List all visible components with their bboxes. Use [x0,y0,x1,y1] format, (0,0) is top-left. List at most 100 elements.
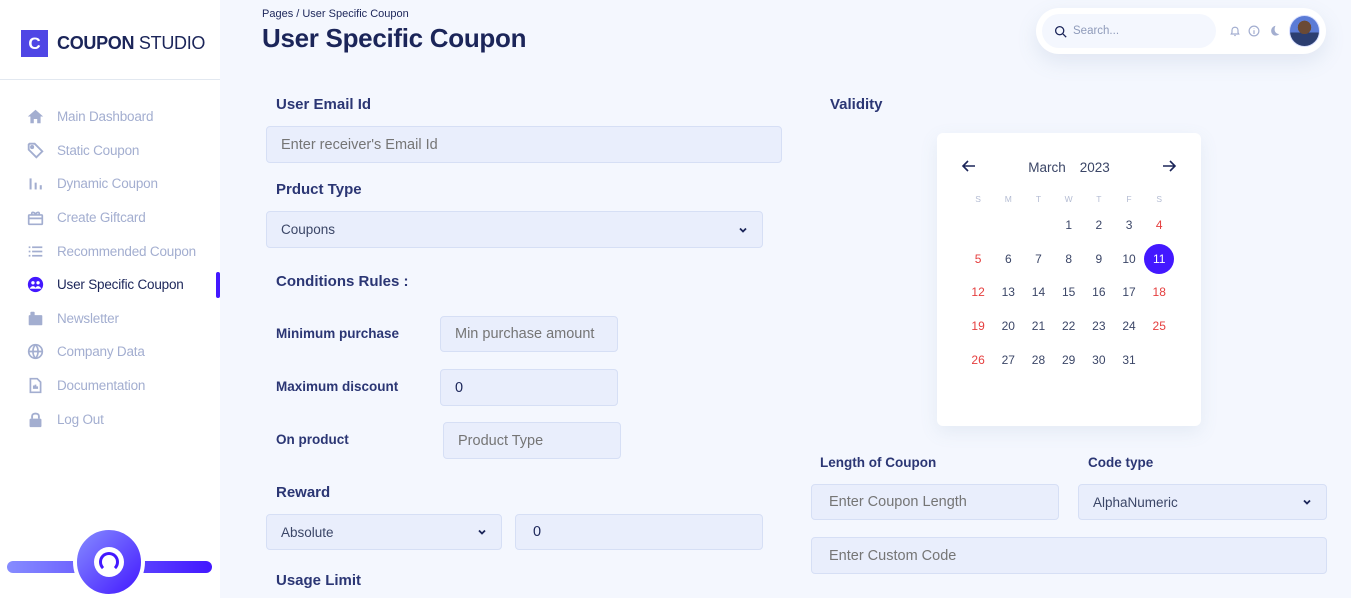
sidebar-item-label: Main Dashboard [57,109,154,125]
calendar-day[interactable]: 14 [1023,276,1053,310]
sidebar-item-label: Newsletter [57,310,119,326]
calendar-day[interactable]: 18 [1144,276,1174,310]
calendar-day[interactable]: 23 [1084,309,1114,343]
calendar-day[interactable]: 21 [1023,309,1053,343]
code-type-label: Code type [1088,455,1154,470]
knob-logo-icon [94,547,124,577]
calendar-day[interactable]: 4 [1144,208,1174,242]
sidebar-item-label: Create Giftcard [57,210,146,226]
calendar-day[interactable]: 22 [1054,309,1084,343]
user-group-icon [27,276,44,293]
calendar-day[interactable]: 1 [1054,208,1084,242]
code-type-value: AlphaNumeric [1093,494,1178,510]
calendar-year[interactable]: 2023 [1080,160,1110,175]
coupon-length-label: Length of Coupon [820,455,937,470]
calendar-day[interactable]: 10 [1114,242,1144,276]
calendar-empty-cell [993,208,1023,242]
calendar-day[interactable]: 19 [963,309,993,343]
min-purchase-field[interactable] [440,316,618,352]
breadcrumb[interactable]: Pages / User Specific Coupon [262,8,409,20]
code-type-select[interactable]: AlphaNumeric [1078,484,1327,520]
on-product-field[interactable] [443,422,621,459]
search-box[interactable] [1042,14,1216,48]
calendar-day[interactable]: 15 [1054,276,1084,310]
calendar-day[interactable]: 20 [993,309,1023,343]
calendar-day[interactable]: 26 [963,343,993,377]
weekday-label: S [1156,194,1163,204]
validity-calendar: March 2023 S M T W T F S 1 2 3 4 5 6 7 8 9 10 11 12 13 14 15 1… [937,133,1201,426]
on-product-label: On product [276,432,349,447]
conditions-rules-heading: Conditions Rules : [276,273,409,290]
calendar-day[interactable]: 25 [1144,309,1174,343]
brand[interactable]: C COUPON STUDIO [21,30,206,61]
avatar[interactable] [1288,15,1320,47]
sidebar-item-static-coupon[interactable]: Static Coupon [0,134,220,168]
usage-limit-label: Usage Limit [276,572,362,589]
product-type-select[interactable]: Coupons [266,211,763,248]
sidebar-item-recommended-coupon[interactable]: Recommended Coupon [0,234,220,268]
reward-value-field[interactable]: 0 [515,514,763,550]
sidebar-item-label: Recommended Coupon [57,243,196,259]
weekday-label: M [1004,194,1012,204]
calendar-day[interactable]: 17 [1114,276,1144,310]
weekday-label: S [975,194,981,204]
custom-code-field[interactable] [811,537,1327,574]
sidebar-nav: Main Dashboard Static Coupon Dynamic Cou… [0,100,220,436]
calendar-empty-cell [963,208,993,242]
sidebar-item-label: Company Data [57,344,145,360]
calendar-day[interactable]: 7 [1023,242,1053,276]
email-label: User Email Id [276,96,372,113]
sidebar-item-documentation[interactable]: Documentation [0,369,220,403]
search-icon [1054,25,1067,38]
sidebar-item-dynamic-coupon[interactable]: Dynamic Coupon [0,167,220,201]
brand-name-bold: COUPON [57,33,135,53]
calendar-day[interactable]: 16 [1084,276,1114,310]
max-discount-field[interactable]: 0 [440,369,618,406]
calendar-day[interactable]: 6 [993,242,1023,276]
chevron-down-icon [739,227,747,233]
company-icon [27,343,44,360]
sidebar-item-main-dashboard[interactable]: Main Dashboard [0,100,220,134]
calendar-day[interactable]: 5 [963,242,993,276]
calendar-day[interactable]: 29 [1054,343,1084,377]
sidebar-item-log-out[interactable]: Log Out [0,402,220,436]
calendar-day[interactable]: 13 [993,276,1023,310]
email-field[interactable] [266,126,782,163]
reward-type-value: Absolute [281,524,334,540]
sidebar-slider-knob[interactable] [73,526,145,598]
reward-type-select[interactable]: Absolute [266,514,502,550]
sidebar-item-label: Dynamic Coupon [57,176,158,192]
arrow-right-icon[interactable] [1160,157,1178,175]
calendar-day[interactable]: 31 [1114,343,1144,377]
sidebar-item-user-specific-coupon[interactable]: User Specific Coupon [0,268,220,302]
calendar-day[interactable]: 24 [1114,309,1144,343]
max-discount-label: Maximum discount [276,379,399,394]
calendar-day-selected[interactable]: 11 [1144,242,1175,276]
search-input[interactable] [1073,25,1213,37]
calendar-day[interactable]: 8 [1054,242,1084,276]
sidebar-item-company-data[interactable]: Company Data [0,335,220,369]
calendar-day[interactable]: 9 [1084,242,1114,276]
sidebar-divider [0,79,220,80]
calendar-day[interactable]: 3 [1114,208,1144,242]
tag-icon [27,142,44,159]
calendar-day[interactable]: 2 [1084,208,1114,242]
calendar-day[interactable]: 12 [963,276,993,310]
info-icon[interactable] [1247,24,1261,38]
coupon-length-field[interactable] [811,484,1059,520]
brand-name-rest: STUDIO [134,33,206,53]
gift-icon [27,209,44,226]
moon-icon[interactable] [1267,24,1281,38]
calendar-day[interactable]: 30 [1084,343,1114,377]
sidebar-item-newsletter[interactable]: Newsletter [0,302,220,336]
bell-icon[interactable] [1228,24,1242,38]
sidebar-item-label: Log Out [57,411,104,427]
min-purchase-label: Minimum purchase [276,326,400,341]
calendar-day[interactable]: 28 [1023,343,1053,377]
home-icon [27,108,44,125]
sidebar-item-create-giftcard[interactable]: Create Giftcard [0,201,220,235]
calendar-day[interactable]: 27 [993,343,1023,377]
calendar-month[interactable]: March [1028,160,1066,175]
weekday-label: T [1096,194,1102,204]
newsletter-icon [27,310,44,327]
